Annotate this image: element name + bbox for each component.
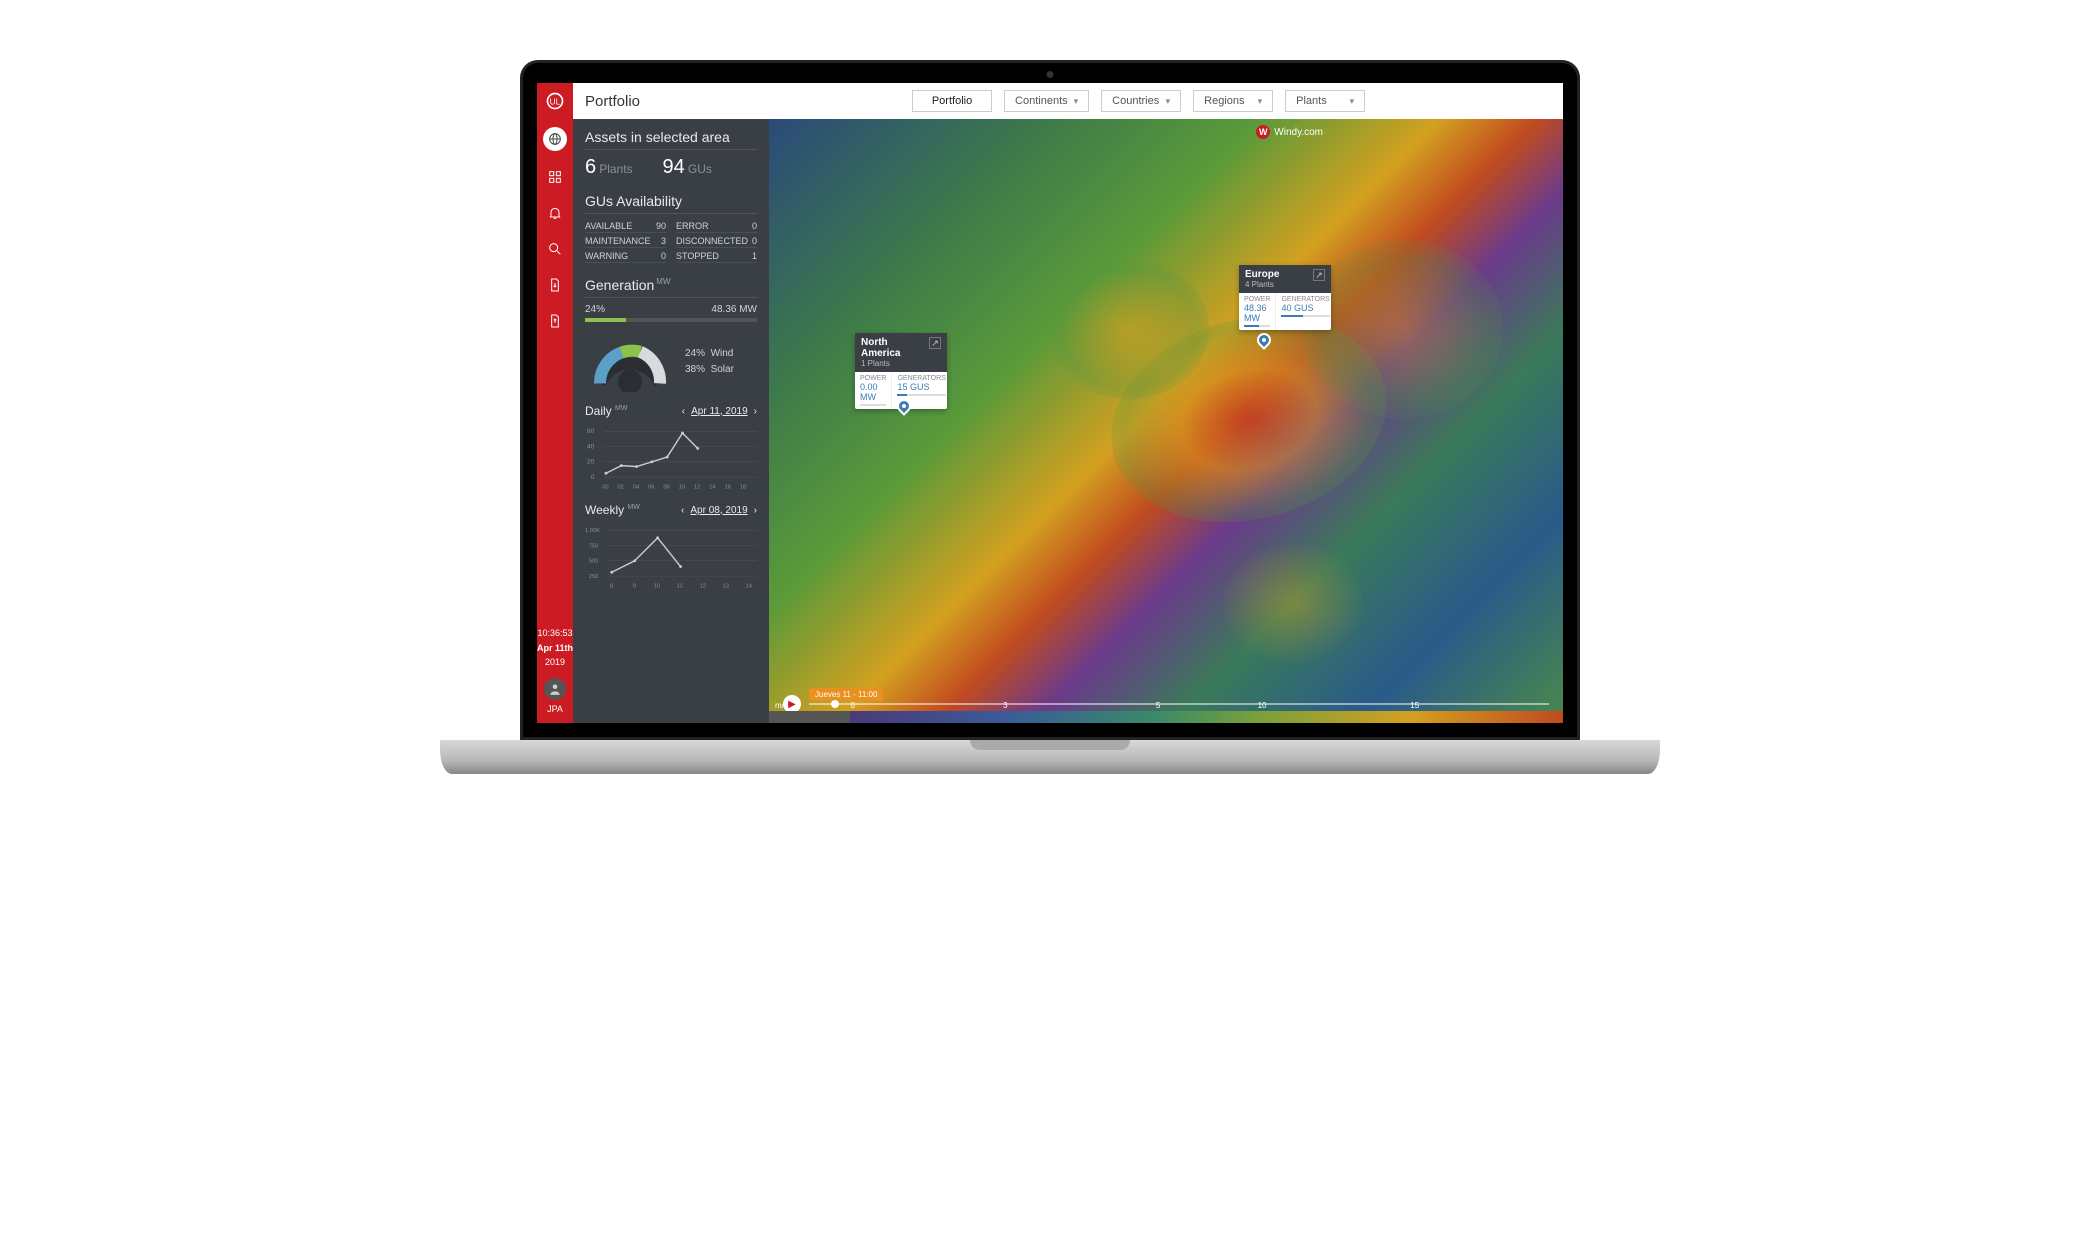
svg-text:08: 08 [663, 485, 669, 491]
daily-prev-icon[interactable]: ‹ [682, 406, 685, 417]
avail-row: MAINTENANCE3 [585, 235, 666, 248]
weekly-title: Weekly [585, 503, 624, 517]
daily-unit: MW [615, 405, 627, 412]
document-download-icon[interactable] [545, 275, 565, 295]
expand-icon[interactable]: ↗ [1313, 269, 1325, 281]
bell-icon[interactable] [545, 203, 565, 223]
nav-rail: UL [537, 83, 573, 723]
daily-title: Daily [585, 404, 612, 418]
svg-text:750: 750 [589, 543, 599, 549]
svg-text:14: 14 [746, 584, 753, 590]
clock-date-1: Apr 11th [537, 643, 573, 654]
avail-row: AVAILABLE90 [585, 220, 666, 233]
side-panel: Assets in selected area 6 Plants 94 GUs … [573, 119, 769, 723]
callout-subtitle: 4 Plants [1245, 280, 1279, 289]
avail-row: DISCONNECTED0 [676, 235, 757, 248]
generation-total: 48.36 MW [711, 304, 757, 315]
solar-pct: 38% [685, 364, 705, 375]
weekly-chart: 1.00K 750 500 250 8 9 10 11 12 13 14 [585, 519, 757, 593]
svg-text:18: 18 [740, 485, 746, 491]
gus-count: 94 [663, 156, 685, 178]
svg-text:1.00K: 1.00K [585, 528, 600, 534]
svg-text:40: 40 [587, 443, 595, 450]
windy-attribution: WWindy.com [1256, 125, 1323, 139]
breadcrumb-continents[interactable]: Continents▾ [1004, 90, 1089, 112]
svg-text:14: 14 [709, 485, 716, 491]
avail-row: ERROR0 [676, 220, 757, 233]
generation-pct: 24% [585, 304, 605, 315]
assets-title: Assets in selected area [585, 129, 757, 150]
wind-label: Wind [711, 348, 734, 359]
generation-title: Generation [585, 277, 654, 293]
svg-text:60: 60 [587, 428, 595, 435]
timeline-thumb[interactable] [831, 700, 839, 708]
weekly-prev-icon[interactable]: ‹ [681, 505, 684, 516]
daily-chart: 60 40 20 0 00 02 04 06 08 10 12 14 16 18 [585, 420, 757, 494]
breadcrumb-regions[interactable]: Regions▾ [1193, 90, 1273, 112]
svg-text:02: 02 [617, 485, 623, 491]
svg-text:500: 500 [589, 559, 599, 565]
gus-label: GUs [688, 162, 712, 176]
timeline-track[interactable] [809, 703, 1549, 705]
callout-europe[interactable]: Europe4 Plants ↗ POWER48.36 MW GENERATOR… [1239, 265, 1331, 330]
svg-text:06: 06 [648, 485, 654, 491]
plants-label: Plants [599, 162, 632, 176]
callout-north-america[interactable]: North America1 Plants ↗ POWER0.00 MW GEN… [855, 333, 947, 409]
clock-date-2: 2019 [545, 657, 565, 668]
weekly-next-icon[interactable]: › [754, 505, 757, 516]
globe-icon[interactable] [543, 127, 567, 151]
svg-text:16: 16 [725, 485, 731, 491]
availability-title: GUs Availability [585, 193, 757, 214]
avail-row: WARNING0 [585, 250, 666, 263]
document-upload-icon[interactable] [545, 311, 565, 331]
plants-count: 6 [585, 156, 596, 178]
svg-text:10: 10 [654, 584, 660, 590]
svg-text:12: 12 [700, 584, 706, 590]
svg-text:250: 250 [589, 574, 599, 580]
avail-row: STOPPED1 [676, 250, 757, 263]
clock-time: 10:36:53 [537, 628, 572, 639]
generation-gauge [585, 332, 675, 392]
generation-unit: MW [656, 277, 670, 286]
generation-bar [585, 318, 757, 322]
svg-text:12: 12 [694, 485, 700, 491]
breadcrumb-portfolio[interactable]: Portfolio [912, 90, 992, 112]
expand-icon[interactable]: ↗ [929, 337, 941, 349]
chevron-down-icon: ▾ [1074, 96, 1079, 107]
solar-label: Solar [711, 364, 734, 375]
svg-text:11: 11 [677, 584, 683, 590]
svg-text:04: 04 [633, 485, 640, 491]
user-initials: JPA [547, 704, 563, 715]
grid-icon[interactable] [545, 167, 565, 187]
wind-speed-legend: m/s 0 3 5 10 15 [769, 711, 1563, 723]
svg-text:8: 8 [610, 584, 613, 590]
daily-date[interactable]: Apr 11, 2019 [691, 406, 748, 417]
topbar: Portfolio Portfolio Continents▾ Countrie… [573, 83, 1563, 119]
app-root: UL [537, 83, 1563, 723]
callout-title: Europe [1245, 269, 1279, 280]
page-title: Portfolio [585, 93, 640, 110]
daily-next-icon[interactable]: › [754, 406, 757, 417]
chevron-down-icon: ▾ [1350, 96, 1355, 107]
svg-text:20: 20 [587, 459, 595, 466]
breadcrumb-plants[interactable]: Plants▾ [1285, 90, 1365, 112]
logo-icon: UL [545, 91, 565, 111]
wind-pct: 24% [685, 348, 705, 359]
chevron-down-icon: ▾ [1166, 96, 1171, 107]
svg-text:UL: UL [550, 96, 561, 106]
callout-title: North America [861, 337, 929, 359]
weekly-unit: MW [627, 504, 639, 511]
chevron-down-icon: ▾ [1258, 96, 1263, 107]
svg-text:13: 13 [723, 584, 729, 590]
svg-text:9: 9 [633, 584, 636, 590]
svg-text:10: 10 [679, 485, 685, 491]
svg-text:00: 00 [602, 485, 608, 491]
user-avatar[interactable] [544, 678, 566, 700]
callout-subtitle: 1 Plants [861, 359, 929, 368]
weekly-date[interactable]: Apr 08, 2019 [690, 505, 747, 516]
breadcrumb-countries[interactable]: Countries▾ [1101, 90, 1181, 112]
svg-text:0: 0 [591, 474, 595, 481]
map-view[interactable]: WWindy.com North America1 Plants ↗ POWER… [769, 119, 1563, 723]
search-icon[interactable] [545, 239, 565, 259]
